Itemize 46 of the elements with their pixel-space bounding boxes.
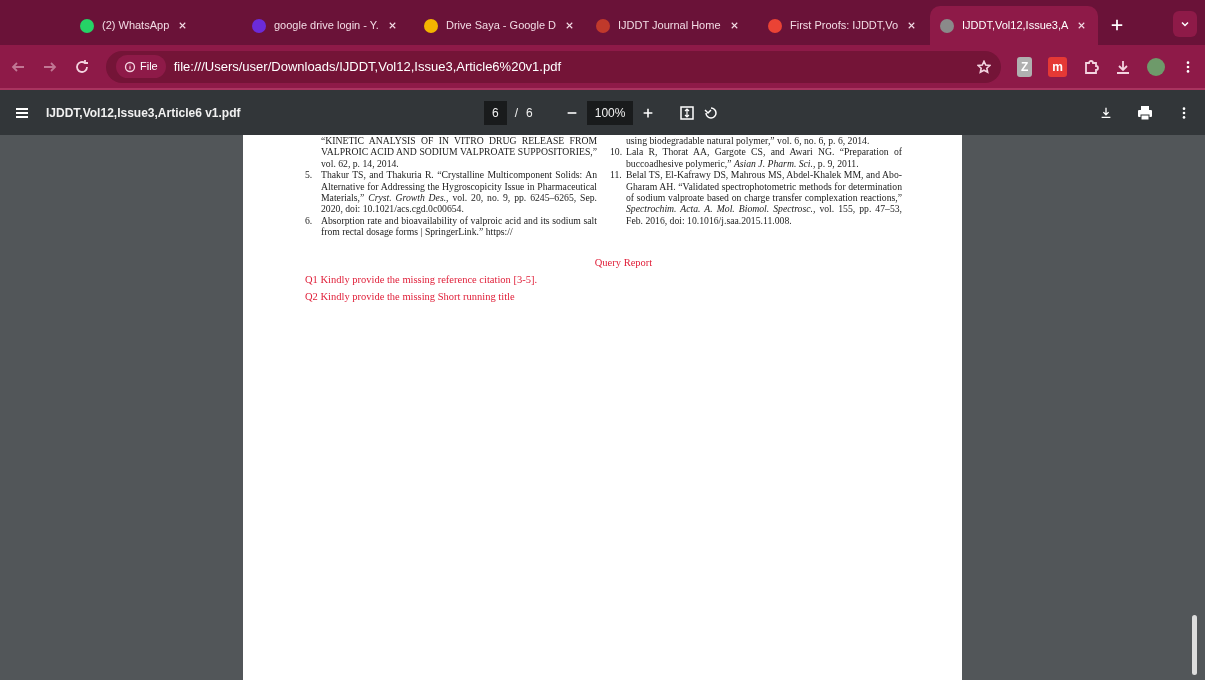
tab-title: IJDDT,Vol12,Issue3,A (962, 18, 1069, 34)
reference-text: Absorption rate and bioavailability of valproic acid and its sodium salt from rectal dosage forms | SpringerLink.” https:// (321, 214, 597, 238)
site-info-button[interactable]: File (116, 55, 166, 78)
tab-title: (2) WhatsApp (102, 18, 170, 34)
page-number-field[interactable]: 6 (484, 100, 507, 125)
tab-title: IJDDT Journal Home (618, 18, 721, 34)
zoom-field[interactable]: 100% (586, 100, 634, 125)
page-separator: / (514, 104, 519, 122)
browser-tab[interactable]: google drive login - Y. (242, 6, 410, 45)
tab-title: Drive Saya - Google D (446, 18, 557, 34)
scrollbar-thumb[interactable] (1192, 615, 1197, 675)
reference-text: “KINETIC ANALYSIS OF IN VITRO DRUG RELEASE FROM VALPROIC ACID AND SODIUM VALPROATE SUPPOSITORIES,” vol. 62, p. 14, 2014. (321, 135, 597, 170)
browser-tab[interactable]: First Proofs: IJDDT,Vo (758, 6, 926, 45)
reference-text: Lala R, Thorat AA, Gargote CS, and Awari NG. “Preparation of buccoadhesive polymeric,” Asian J. Pharm. Sci., p. 9, 2011. (626, 146, 902, 170)
tab-title: First Proofs: IJDDT,Vo (790, 18, 899, 34)
browser-tab[interactable]: Drive Saya - Google D (414, 6, 582, 45)
url-text: file:///Users/user/Downloads/IJDDT,Vol12,Issue3,Article6%20v1.pdf (173, 57, 562, 76)
query-report-heading: Query Report (593, 255, 654, 270)
fit-page-icon[interactable] (679, 104, 696, 121)
profile-avatar[interactable] (1147, 57, 1165, 76)
reference-number: 6. (305, 214, 314, 228)
reference-text: using biodegradable natural polymer,” vol. 6, no. 6, p. 6, 2014. (626, 135, 870, 147)
download-icon[interactable] (1115, 58, 1131, 75)
browser-tab[interactable]: (2) WhatsApp (70, 6, 238, 45)
reference-number: 10. (610, 146, 622, 160)
rotate-icon[interactable] (703, 104, 720, 121)
reference-text: Belal TS, El-Kafrawy DS, Mahrous MS, Abdel-Khalek MM, and Abo-Gharam AH. “Validated spectrophotometric methods for determination of sodium valproate based on charge transfer complexation reactions,” Spectrochim. Acta. A. Mol. Biomol. Spectrosc., vol. 155, pp. 47–53, Feb. 2016, doi: 10.1016/j.saa.2015.11.008. (626, 169, 902, 227)
reference-number: 11. (610, 169, 622, 183)
query-text: Q1 Kindly provide the missing reference citation [3-5]. (305, 272, 539, 287)
query-text: Q2 Kindly provide the missing Short running title (305, 289, 516, 304)
document-title: IJDDT,Vol12,Issue3,Article6 v1.pdf (46, 104, 241, 122)
reference-number: 5. (305, 169, 314, 183)
print-icon[interactable] (1137, 104, 1153, 121)
extension-icon[interactable]: m (1048, 56, 1067, 77)
reload-icon[interactable] (74, 58, 90, 75)
browser-tab[interactable]: IJDDT,Vol12,Issue3,A (930, 6, 1098, 45)
plus-icon[interactable] (1110, 18, 1124, 32)
reference-text: Thakur TS, and Thakuria R. “Crystalline Multicomponent Solids: An Alternative for Addressing the Hygroscopicity Issue in Pharmaceutical Materials,” Cryst. Growth Des., vol. 20, no. 9, pp. 6245–6265, Sep. 2020, doi: 10.1021/acs.cgd.0c00654. (321, 169, 597, 215)
page-count: 6 (526, 104, 533, 122)
info-icon (124, 60, 136, 73)
browser-tab[interactable]: IJDDT Journal Home (586, 6, 754, 45)
address-bar[interactable]: File file:///Users/user/Downloads/IJDDT,Vol12,Issue3,Article6%20v1.pdf (106, 50, 1001, 83)
tab-title: google drive login - Y. (274, 18, 379, 34)
star-icon[interactable] (977, 59, 991, 74)
puzzle-icon[interactable] (1083, 58, 1099, 75)
download-icon[interactable] (1099, 105, 1113, 120)
